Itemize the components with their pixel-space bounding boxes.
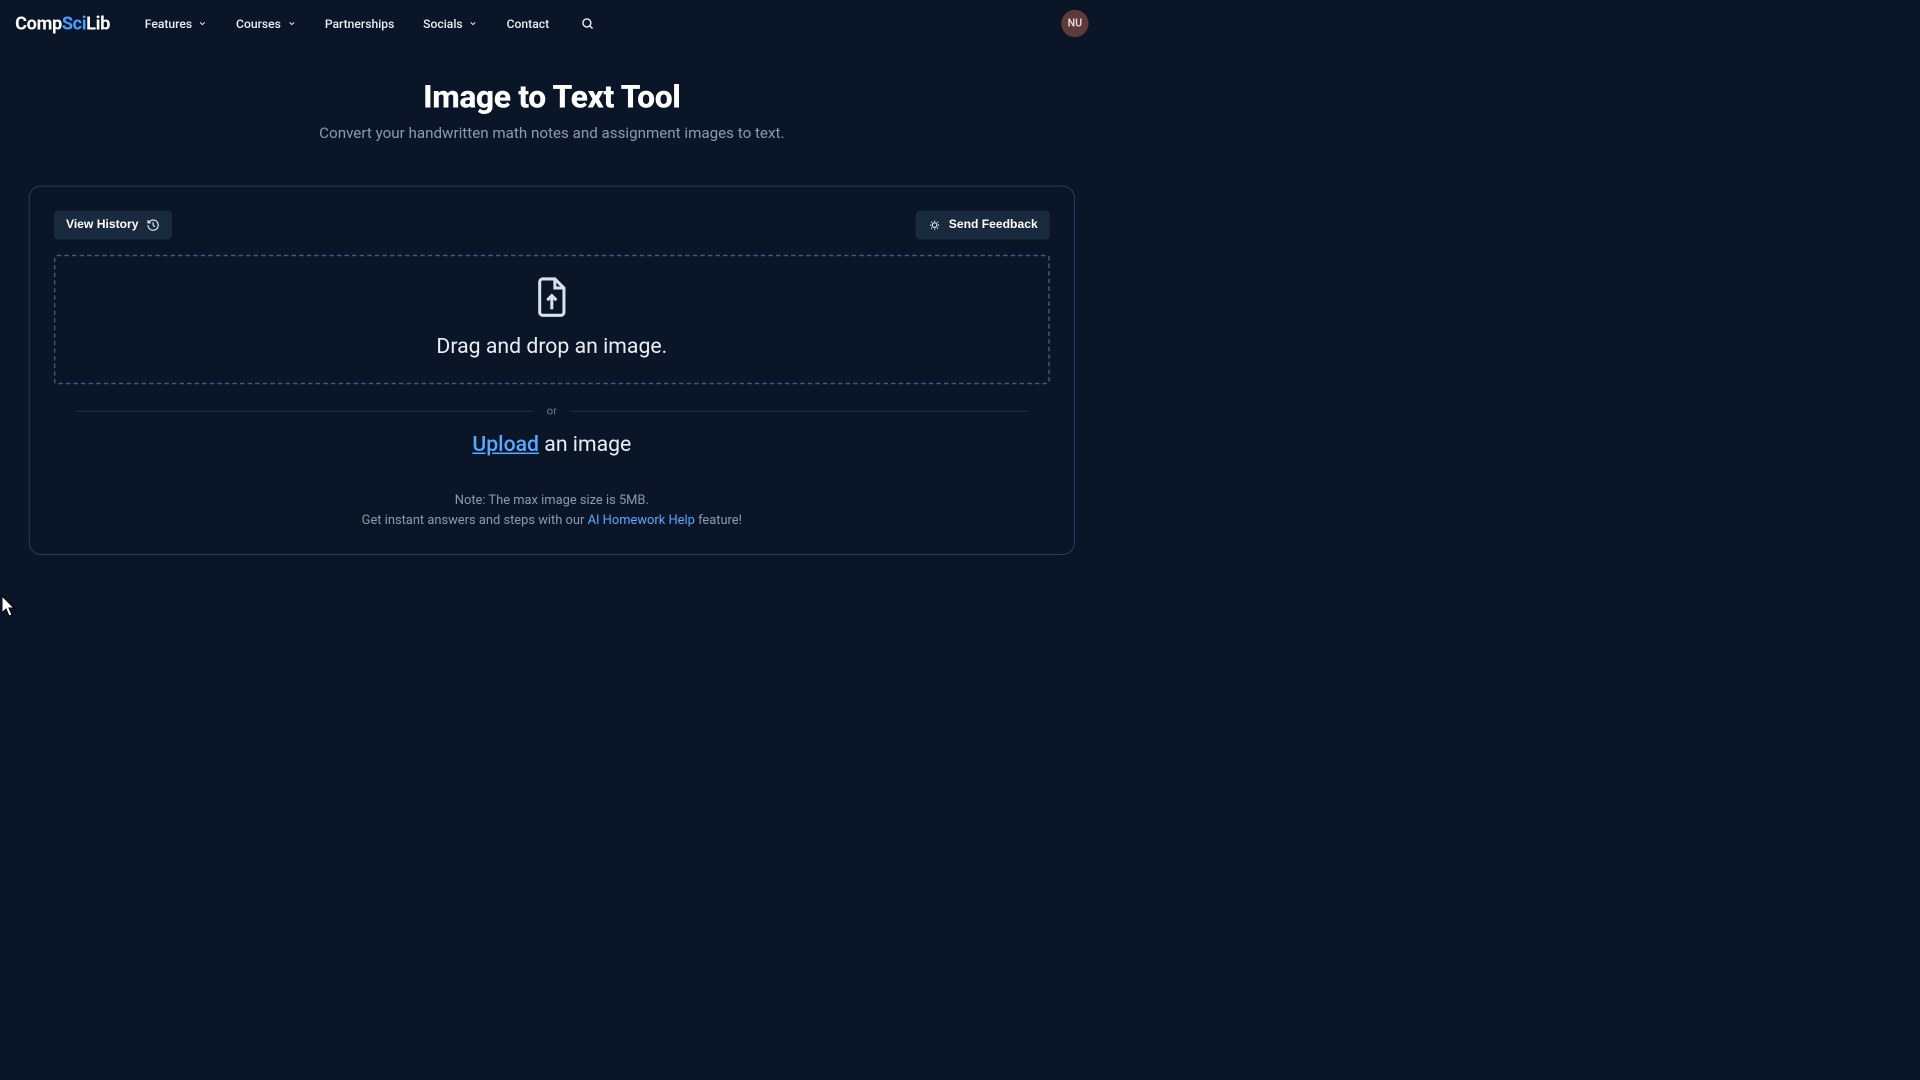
logo[interactable]: CompSciLib (15, 13, 110, 34)
view-history-button[interactable]: View History (54, 211, 172, 240)
file-upload-icon (534, 276, 570, 321)
upload-card: View History Send Feedback (29, 186, 1075, 555)
logo-part-lib: Lib (86, 13, 110, 34)
nav-courses-label: Courses (236, 16, 281, 30)
nav-socials[interactable]: Socials (423, 16, 478, 30)
search-icon[interactable] (581, 17, 595, 31)
avatar-initials: NU (1068, 17, 1082, 29)
upload-prompt: Upload an image (54, 431, 1050, 456)
send-feedback-label: Send Feedback (949, 218, 1038, 232)
nav-features-label: Features (145, 16, 192, 30)
nav-courses[interactable]: Courses (236, 16, 296, 30)
note-line-1: Note: The max image size is 5MB. (54, 491, 1050, 510)
page-title: Image to Text Tool (423, 79, 680, 116)
logo-part-sci: Sci (62, 13, 86, 34)
dropzone-text: Drag and drop an image. (436, 334, 667, 359)
send-feedback-button[interactable]: Send Feedback (915, 211, 1049, 240)
view-history-label: View History (66, 218, 139, 232)
note-block: Note: The max image size is 5MB. Get ins… (54, 491, 1050, 530)
chevron-down-icon (198, 19, 207, 28)
chevron-down-icon (287, 19, 296, 28)
nav-socials-label: Socials (423, 16, 463, 30)
upload-link[interactable]: Upload (472, 431, 539, 456)
divider: or (77, 404, 1028, 418)
chevron-down-icon (469, 19, 478, 28)
nav-partnerships-label: Partnerships (325, 16, 394, 30)
top-nav: CompSciLib Features Courses Partnerships (0, 0, 1104, 47)
nav-links: Features Courses Partnerships Socials (145, 16, 595, 30)
upload-rest: an image (539, 431, 631, 456)
card-header: View History Send Feedback (54, 211, 1050, 240)
page-subtitle: Convert your handwritten math notes and … (319, 124, 784, 142)
note-line-2a: Get instant answers and steps with our (362, 512, 588, 527)
divider-line-left (77, 410, 533, 411)
bug-icon (928, 218, 942, 232)
nav-left: CompSciLib Features Courses Partnerships (15, 13, 594, 34)
divider-line-right (571, 410, 1027, 411)
main-content: Image to Text Tool Convert your handwrit… (0, 47, 1104, 555)
nav-features[interactable]: Features (145, 16, 207, 30)
avatar[interactable]: NU (1061, 10, 1088, 37)
nav-partnerships[interactable]: Partnerships (325, 16, 394, 30)
dropzone[interactable]: Drag and drop an image. (54, 255, 1050, 385)
homework-help-link[interactable]: AI Homework Help (588, 512, 695, 527)
nav-contact[interactable]: Contact (507, 16, 549, 30)
divider-text: or (547, 404, 557, 418)
history-icon (146, 218, 160, 232)
logo-part-comp: Comp (15, 13, 62, 34)
note-line-2b: feature! (695, 512, 742, 527)
nav-contact-label: Contact (507, 16, 549, 30)
note-line-2: Get instant answers and steps with our A… (54, 511, 1050, 530)
